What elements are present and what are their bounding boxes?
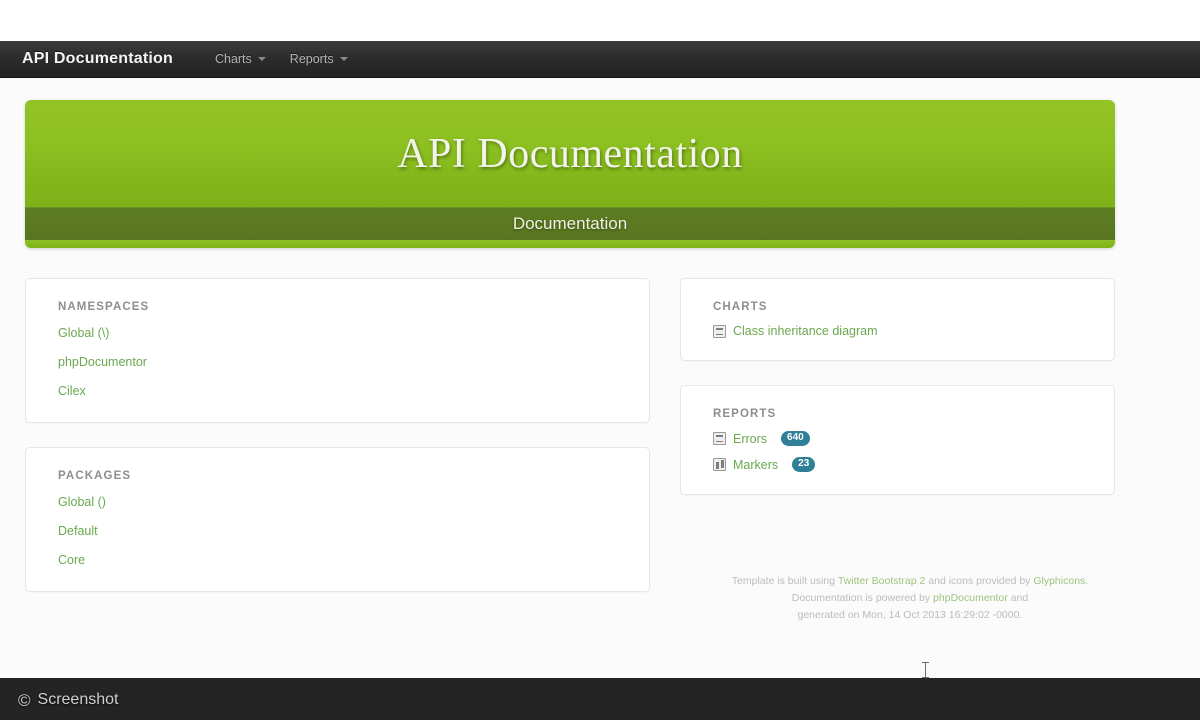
package-link-global[interactable]: Global () xyxy=(58,495,106,509)
panel-packages: PACKAGES Global () Default Core xyxy=(25,447,650,592)
copyright-icon: © xyxy=(18,690,31,710)
chart-link-class-inheritance-diagram[interactable]: Class inheritance diagram xyxy=(733,324,878,338)
content-grid: NAMESPACES Global (\) phpDocumentor Cile… xyxy=(25,278,1115,616)
panel-charts: CHARTS Class inheritance diagram xyxy=(680,278,1115,361)
top-gutter xyxy=(0,0,1200,41)
footer-text-suffix: . xyxy=(1085,575,1089,587)
marker-report-icon xyxy=(713,458,726,471)
list-item: phpDocumentor xyxy=(58,353,619,371)
footer-link-glyphicons[interactable]: Glyphicons xyxy=(1033,575,1085,587)
navbar-brand[interactable]: API Documentation xyxy=(22,50,173,68)
package-link-core[interactable]: Core xyxy=(58,553,85,567)
footer-link-bootstrap[interactable]: Twitter Bootstrap 2 xyxy=(838,575,926,587)
panel-title-reports: REPORTS xyxy=(713,408,777,420)
panel-reports: REPORTS Errors 640 Markers 23 xyxy=(680,385,1115,495)
footer-line-3: generated on Mon, 14 Oct 2013 16:29:02 -… xyxy=(797,609,1023,621)
list-item: Class inheritance diagram xyxy=(713,324,1084,338)
packages-list: Global () Default Core xyxy=(58,493,619,569)
package-link-default[interactable]: Default xyxy=(58,524,98,538)
report-link-markers[interactable]: Markers xyxy=(733,458,778,472)
chevron-down-icon xyxy=(257,57,266,61)
footer-text-middle: and icons provided by xyxy=(925,575,1034,587)
footer-text-prefix: Template is built using xyxy=(731,575,838,587)
list-item: Core xyxy=(58,551,619,569)
report-icon xyxy=(713,432,726,445)
navbar: API Documentation Charts Reports xyxy=(0,41,1200,78)
text-cursor xyxy=(922,662,929,678)
watermark-label: Screenshot xyxy=(37,691,119,708)
footer-powered-suffix: and xyxy=(1007,592,1029,604)
chart-icon xyxy=(713,324,726,338)
left-column: NAMESPACES Global (\) phpDocumentor Cile… xyxy=(25,278,650,616)
watermark: © Screenshot xyxy=(18,691,118,709)
list-item: Global (\) xyxy=(58,324,619,342)
namespace-link-global[interactable]: Global (\) xyxy=(58,326,109,340)
reports-list: Errors 640 Markers 23 xyxy=(713,431,1084,472)
panel-title-packages: PACKAGES xyxy=(58,470,132,482)
status-badge: 23 xyxy=(792,457,816,472)
nav-item-reports[interactable]: Reports xyxy=(278,48,360,70)
list-item: Cilex xyxy=(58,382,619,400)
nav-item-reports-label: Reports xyxy=(289,52,334,66)
hero-banner: API Documentation Documentation xyxy=(25,100,1115,248)
list-item: Global () xyxy=(58,493,619,511)
page-title: API Documentation xyxy=(397,130,743,177)
footer-link-phpdocumentor[interactable]: phpDocumentor xyxy=(933,592,1008,604)
namespaces-list: Global (\) phpDocumentor Cilex xyxy=(58,324,619,400)
navbar-items: Charts Reports xyxy=(203,48,360,70)
hero-main: API Documentation xyxy=(25,100,1115,207)
namespace-link-phpdocumentor[interactable]: phpDocumentor xyxy=(58,355,147,369)
hero-subtitle-bar: Documentation xyxy=(25,207,1115,240)
panel-namespaces: NAMESPACES Global (\) phpDocumentor Cile… xyxy=(25,278,650,423)
status-badge: 640 xyxy=(781,431,810,446)
list-item: Default xyxy=(58,522,619,540)
hero-subtitle: Documentation xyxy=(512,214,628,233)
list-item: Errors 640 xyxy=(713,431,1084,446)
panel-title-namespaces: NAMESPACES xyxy=(58,301,150,313)
nav-item-charts[interactable]: Charts xyxy=(203,48,278,70)
footer-line-2: Documentation is powered by phpDocumento… xyxy=(705,590,1115,607)
page-body: API Documentation Documentation NAMESPAC… xyxy=(0,78,1200,678)
footer-powered-prefix: Documentation is powered by xyxy=(791,592,934,604)
right-column: CHARTS Class inheritance diagram REPORTS xyxy=(680,278,1115,616)
hero-bottom-strip xyxy=(25,240,1115,248)
report-link-errors[interactable]: Errors xyxy=(733,432,767,446)
charts-list: Class inheritance diagram xyxy=(713,324,1084,338)
watermark-bar: © Screenshot xyxy=(0,678,1200,720)
namespace-link-cilex[interactable]: Cilex xyxy=(58,384,86,398)
nav-item-charts-label: Charts xyxy=(214,52,252,66)
list-item: Markers 23 xyxy=(713,457,1084,472)
screenshot-root: API Documentation Charts Reports Back to… xyxy=(0,0,1200,720)
footer: Template is built using Twitter Bootstra… xyxy=(705,573,1115,624)
panel-title-charts: CHARTS xyxy=(713,301,768,313)
chevron-down-icon xyxy=(339,57,348,61)
footer-line-1: Template is built using Twitter Bootstra… xyxy=(705,573,1115,590)
